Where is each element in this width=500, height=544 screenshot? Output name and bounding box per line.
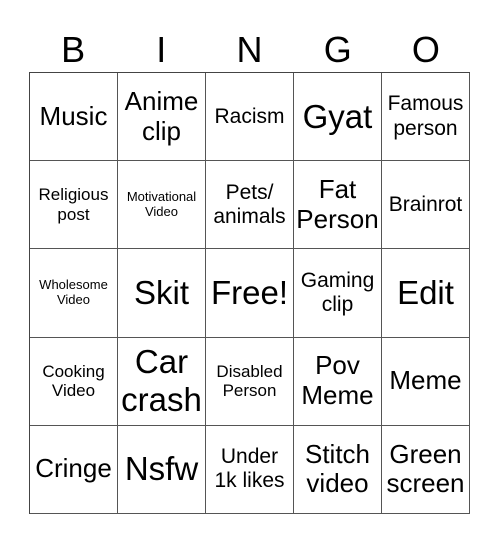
bingo-cell-label: Cringe: [35, 453, 112, 484]
bingo-cell-label: Gyat: [302, 97, 373, 135]
bingo-cell[interactable]: Racism: [206, 73, 294, 162]
bingo-cell[interactable]: Nsfw: [118, 425, 206, 514]
bingo-board: Music Anime clip Racism Gyat Famous person Re…: [29, 72, 470, 514]
bingo-cell-label: Motivational Video: [126, 188, 197, 219]
bingo-cell-label: Music: [39, 100, 108, 131]
bingo-cell[interactable]: Disabled Person: [206, 337, 294, 426]
bingo-cell[interactable]: Pov Meme: [294, 337, 382, 426]
header-letter-i: I: [156, 29, 167, 70]
bingo-cell[interactable]: Religious post: [30, 161, 118, 250]
bingo-cell[interactable]: Car crash: [118, 337, 206, 426]
bingo-cell[interactable]: Stitch video: [294, 425, 382, 514]
bingo-cell[interactable]: Anime clip: [118, 73, 206, 162]
bingo-cell[interactable]: Cooking Video: [30, 337, 118, 426]
bingo-cell[interactable]: Motivational Video: [118, 161, 206, 250]
bingo-cell[interactable]: Edit: [382, 249, 470, 338]
bingo-cell-label: Pov Meme: [301, 350, 374, 411]
header-letter-b: B: [61, 29, 86, 70]
bingo-cell-label: Car crash: [121, 343, 202, 419]
bingo-cell-label: Gaming clip: [300, 268, 375, 316]
header-letter-g: G: [323, 29, 352, 70]
bingo-cell-label: Nsfw: [124, 450, 199, 488]
bingo-cell-label: Famous person: [387, 92, 464, 140]
bingo-cell[interactable]: Wholesome Video: [30, 249, 118, 338]
bingo-cell-label: Edit: [397, 274, 454, 312]
bingo-header: B I N G O: [29, 28, 470, 72]
bingo-cell-label: Brainrot: [388, 192, 463, 216]
bingo-cell-label: Meme: [389, 365, 462, 396]
bingo-cell-label: Racism: [214, 104, 285, 128]
bingo-cell[interactable]: Cringe: [30, 425, 118, 514]
bingo-cell[interactable]: Meme: [382, 337, 470, 426]
bingo-cell-label: Religious post: [38, 185, 109, 224]
bingo-cell-label: Fat Person: [296, 173, 379, 234]
bingo-cell[interactable]: Under 1k likes: [206, 425, 294, 514]
bingo-cell-label: Anime clip: [124, 85, 199, 146]
bingo-cell-label: Wholesome Video: [39, 277, 108, 307]
bingo-cell-label: Skit: [133, 274, 189, 312]
bingo-cell[interactable]: Gaming clip: [294, 249, 382, 338]
bingo-cell-label: Stitch video: [304, 438, 371, 499]
bingo-cell[interactable]: Skit: [118, 249, 206, 338]
bingo-cell[interactable]: Green screen: [382, 425, 470, 514]
bingo-cell[interactable]: Pets/ animals: [206, 161, 294, 250]
bingo-cell[interactable]: Gyat: [294, 73, 382, 162]
bingo-cell-label: Pets/ animals: [213, 180, 286, 228]
header-letter-n: N: [236, 29, 263, 70]
bingo-cell[interactable]: Free!: [206, 249, 294, 338]
bingo-cell-label: Under 1k likes: [214, 445, 285, 493]
bingo-cell-label: Free!: [210, 274, 289, 312]
bingo-cell-label: Green screen: [386, 438, 465, 499]
bingo-cell[interactable]: Fat Person: [294, 161, 382, 250]
bingo-cell[interactable]: Famous person: [382, 73, 470, 162]
header-letter-o: O: [411, 29, 440, 70]
bingo-cell[interactable]: Music: [30, 73, 118, 162]
bingo-cell[interactable]: Brainrot: [382, 161, 470, 250]
bingo-cell-label: Disabled Person: [216, 361, 283, 401]
bingo-cell-label: Cooking Video: [42, 361, 105, 401]
